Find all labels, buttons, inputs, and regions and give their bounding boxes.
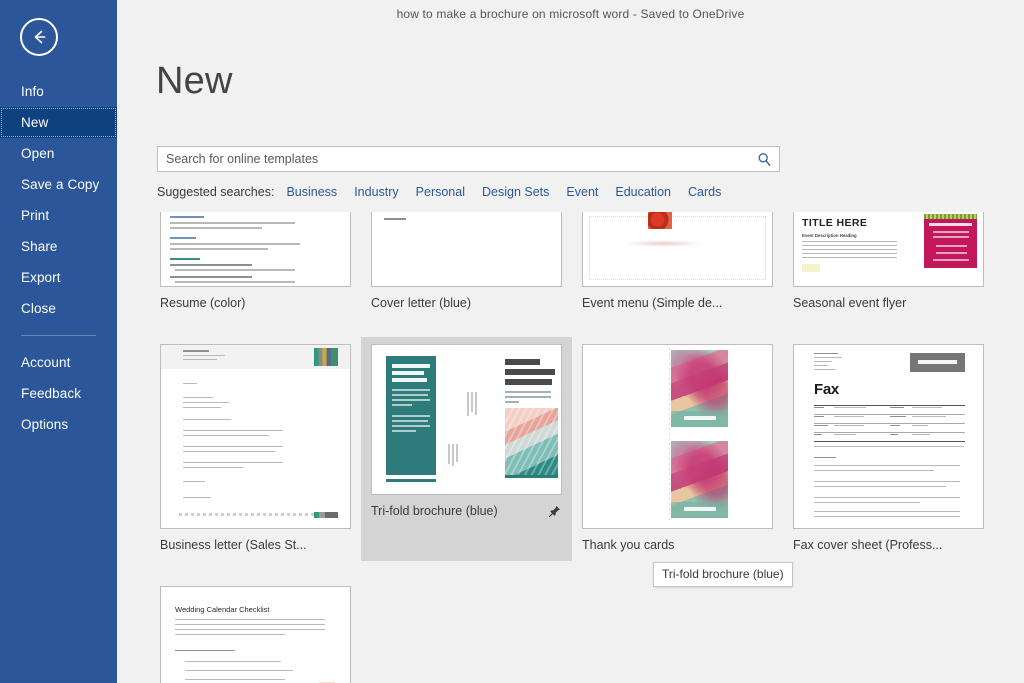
sidebar-item-label: New xyxy=(21,115,48,130)
sidebar-item-label: Export xyxy=(21,270,61,285)
template-card-seasonal-event-flyer[interactable]: TITLE HERE Event Description Heading xyxy=(783,205,994,319)
sidebar-item-info[interactable]: Info xyxy=(0,76,117,107)
template-card-tri-fold-brochure-blue[interactable]: Tri-fold brochure (blue) xyxy=(361,337,572,561)
sidebar-item-label: Save a Copy xyxy=(21,177,99,192)
sidebar-item-label: Close xyxy=(21,301,56,316)
thumb-title: Fax xyxy=(814,381,839,398)
template-name: Business letter (Sales St... xyxy=(160,538,307,552)
template-card-cover-letter-blue[interactable]: Cover letter (blue) xyxy=(361,205,572,319)
thumb-subtitle: Event Description Heading xyxy=(802,233,857,238)
search-input[interactable] xyxy=(158,147,749,171)
back-arrow-icon[interactable] xyxy=(20,18,58,56)
template-card-event-menu[interactable]: Event menu (Simple de... xyxy=(572,205,783,319)
sidebar-item-print[interactable]: Print xyxy=(0,200,117,231)
template-caption: Thank you cards xyxy=(582,538,773,552)
sidebar-item-share[interactable]: Share xyxy=(0,231,117,262)
suggested-link-event[interactable]: Event xyxy=(566,185,598,199)
template-thumbnail xyxy=(160,344,351,529)
template-caption: Tri-fold brochure (blue) xyxy=(371,504,562,518)
page-title: New xyxy=(156,60,233,103)
suggested-link-education[interactable]: Education xyxy=(615,185,671,199)
sidebar-item-label: Print xyxy=(21,208,49,223)
sidebar-item-feedback[interactable]: Feedback xyxy=(0,378,117,409)
template-thumbnail: TITLE HERE Event Description Heading xyxy=(793,212,984,287)
sidebar-item-save-a-copy[interactable]: Save a Copy xyxy=(0,169,117,200)
template-caption: Resume (color) xyxy=(160,296,351,310)
template-gallery[interactable]: Resume (color) Cover letter (blue) xyxy=(150,205,1024,683)
sidebar-item-label: Info xyxy=(21,84,44,99)
template-thumbnail xyxy=(371,344,562,495)
sidebar-item-options[interactable]: Options xyxy=(0,409,117,440)
template-name: Tri-fold brochure (blue) xyxy=(371,504,498,518)
template-thumbnail: Fax xyxy=(793,344,984,529)
template-row: Wedding Calendar Checklist xyxy=(150,579,1024,683)
tooltip: Tri-fold brochure (blue) xyxy=(653,562,793,587)
backstage-sidebar: Info New Open Save a Copy Print Share Ex… xyxy=(0,0,117,683)
template-name: Seasonal event flyer xyxy=(793,296,906,310)
sidebar-item-account[interactable]: Account xyxy=(0,347,117,378)
search-box[interactable] xyxy=(157,146,780,172)
sidebar-divider xyxy=(21,335,96,336)
template-card-thank-you-cards[interactable]: Thank you cards xyxy=(572,337,783,561)
sidebar-item-open[interactable]: Open xyxy=(0,138,117,169)
title-bar: how to make a brochure on microsoft word… xyxy=(117,0,1024,28)
suggested-link-business[interactable]: Business xyxy=(286,185,337,199)
suggested-link-personal[interactable]: Personal xyxy=(416,185,465,199)
sidebar-item-label: Feedback xyxy=(21,386,81,401)
sidebar-item-export[interactable]: Export xyxy=(0,262,117,293)
template-thumbnail xyxy=(582,212,773,287)
suggested-searches-label: Suggested searches: xyxy=(157,185,274,199)
suggested-searches: Suggested searches: Business Industry Pe… xyxy=(157,185,738,199)
template-name: Fax cover sheet (Profess... xyxy=(793,538,942,552)
sidebar-item-close[interactable]: Close xyxy=(0,293,117,324)
template-card-fax-cover-sheet[interactable]: Fax xyxy=(783,337,994,561)
search-icon[interactable] xyxy=(749,147,779,171)
document-title: how to make a brochure on microsoft word… xyxy=(397,7,745,21)
pin-icon[interactable] xyxy=(548,504,562,518)
suggested-link-industry[interactable]: Industry xyxy=(354,185,398,199)
template-name: Event menu (Simple de... xyxy=(582,296,722,310)
template-caption: Event menu (Simple de... xyxy=(582,296,773,310)
sidebar-item-label: Options xyxy=(21,417,68,432)
template-card-business-letter[interactable]: Business letter (Sales St... xyxy=(150,337,361,561)
sidebar-item-new[interactable]: New xyxy=(0,107,117,138)
suggested-link-cards[interactable]: Cards xyxy=(688,185,721,199)
template-thumbnail xyxy=(371,212,562,287)
template-caption: Seasonal event flyer xyxy=(793,296,984,310)
template-name: Thank you cards xyxy=(582,538,674,552)
tooltip-text: Tri-fold brochure (blue) xyxy=(662,567,784,581)
template-card-wedding-calendar-checklist[interactable]: Wedding Calendar Checklist xyxy=(150,579,361,683)
template-name: Resume (color) xyxy=(160,296,245,310)
sidebar-item-label: Open xyxy=(21,146,54,161)
sidebar-item-label: Account xyxy=(21,355,70,370)
word-backstage-new-screen: Info New Open Save a Copy Print Share Ex… xyxy=(0,0,1024,683)
template-thumbnail xyxy=(582,344,773,529)
backstage-main: how to make a brochure on microsoft word… xyxy=(117,0,1024,683)
template-row: Resume (color) Cover letter (blue) xyxy=(150,205,1024,319)
sidebar-item-label: Share xyxy=(21,239,58,254)
suggested-link-design-sets[interactable]: Design Sets xyxy=(482,185,549,199)
template-name: Cover letter (blue) xyxy=(371,296,471,310)
sidebar-nav: Info New Open Save a Copy Print Share Ex… xyxy=(0,76,117,440)
template-thumbnail xyxy=(160,212,351,287)
template-caption: Business letter (Sales St... xyxy=(160,538,351,552)
thumb-title: TITLE HERE xyxy=(802,217,867,229)
template-thumbnail: Wedding Calendar Checklist xyxy=(160,586,351,683)
template-caption: Cover letter (blue) xyxy=(371,296,562,310)
template-caption: Fax cover sheet (Profess... xyxy=(793,538,984,552)
template-card-resume-color[interactable]: Resume (color) xyxy=(150,205,361,319)
template-row: Business letter (Sales St... xyxy=(150,337,1024,561)
thumb-title: Wedding Calendar Checklist xyxy=(175,605,270,614)
